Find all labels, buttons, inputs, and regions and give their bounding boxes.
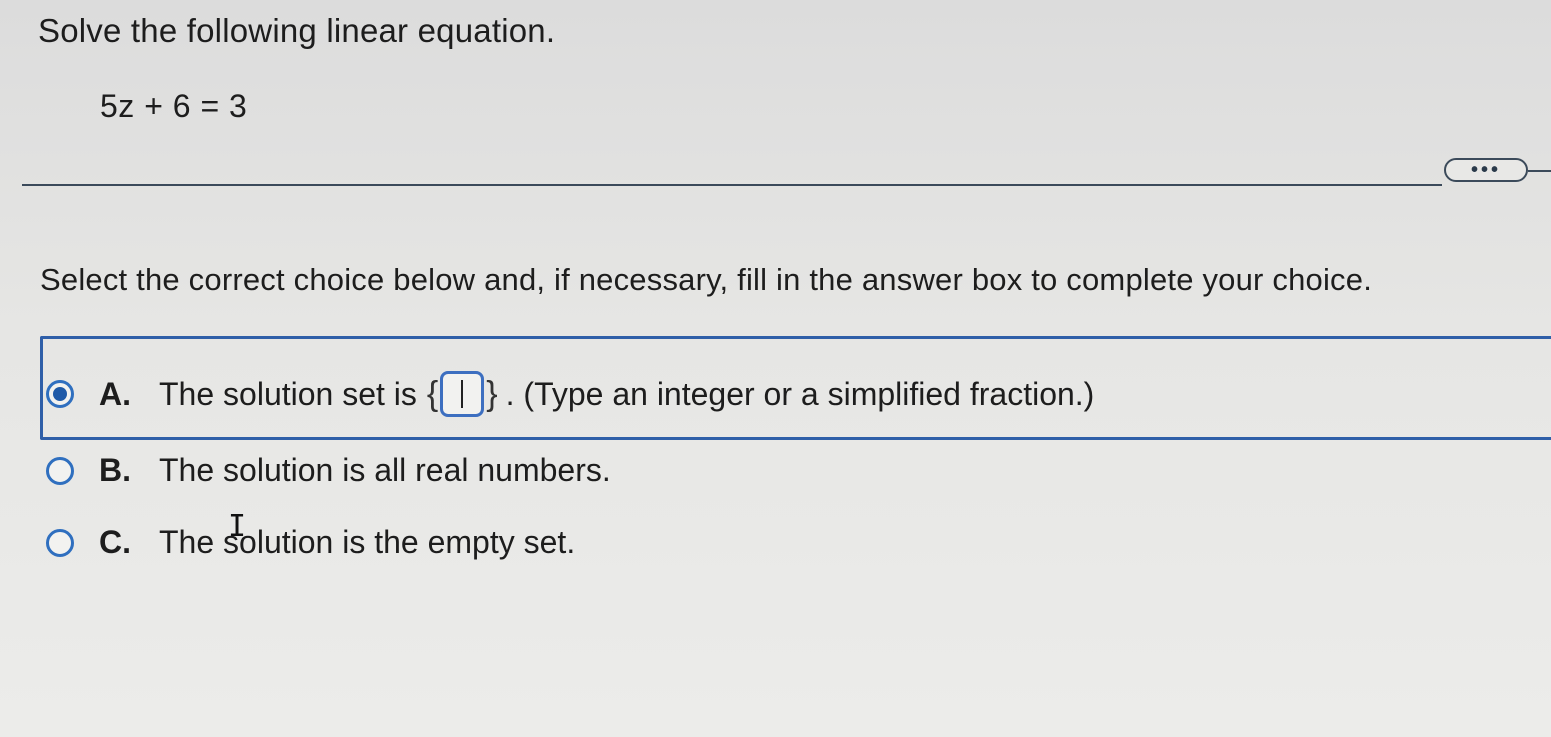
radio-b-icon[interactable]: [46, 456, 74, 485]
choice-a-letter: A.: [99, 375, 131, 412]
more-options-button[interactable]: •••: [1444, 158, 1528, 182]
radio-c-icon[interactable]: [46, 528, 74, 557]
choice-a-text: The solution set is: [159, 375, 417, 412]
divider-tail: [1528, 170, 1551, 172]
choice-b-text: The solution is all real numbers.: [159, 452, 611, 488]
choice-a-hint: . (Type an integer or a simplified fract…: [505, 375, 1095, 412]
choice-b-letter: B.: [99, 452, 131, 488]
instruction-prompt: Select the correct choice below and, if …: [40, 262, 1373, 297]
text-caret: [461, 380, 464, 408]
choice-c[interactable]: C. The solution is the empty set.: [46, 524, 575, 561]
radio-a-icon[interactable]: [46, 380, 74, 408]
choice-c-text: The solution is the empty set.: [159, 524, 576, 560]
open-brace: {: [426, 374, 439, 413]
choice-b[interactable]: B. The solution is all real numbers.: [46, 452, 611, 489]
choice-a[interactable]: A. The solution set is { } . (Type an in…: [46, 371, 1094, 417]
choice-c-letter: C.: [99, 524, 131, 560]
equation: 5z + 6 = 3: [100, 88, 248, 124]
question-instruction: Solve the following linear equation.: [38, 12, 556, 49]
divider: [22, 184, 1442, 186]
answer-input[interactable]: [440, 371, 485, 417]
close-brace: }: [486, 374, 498, 413]
